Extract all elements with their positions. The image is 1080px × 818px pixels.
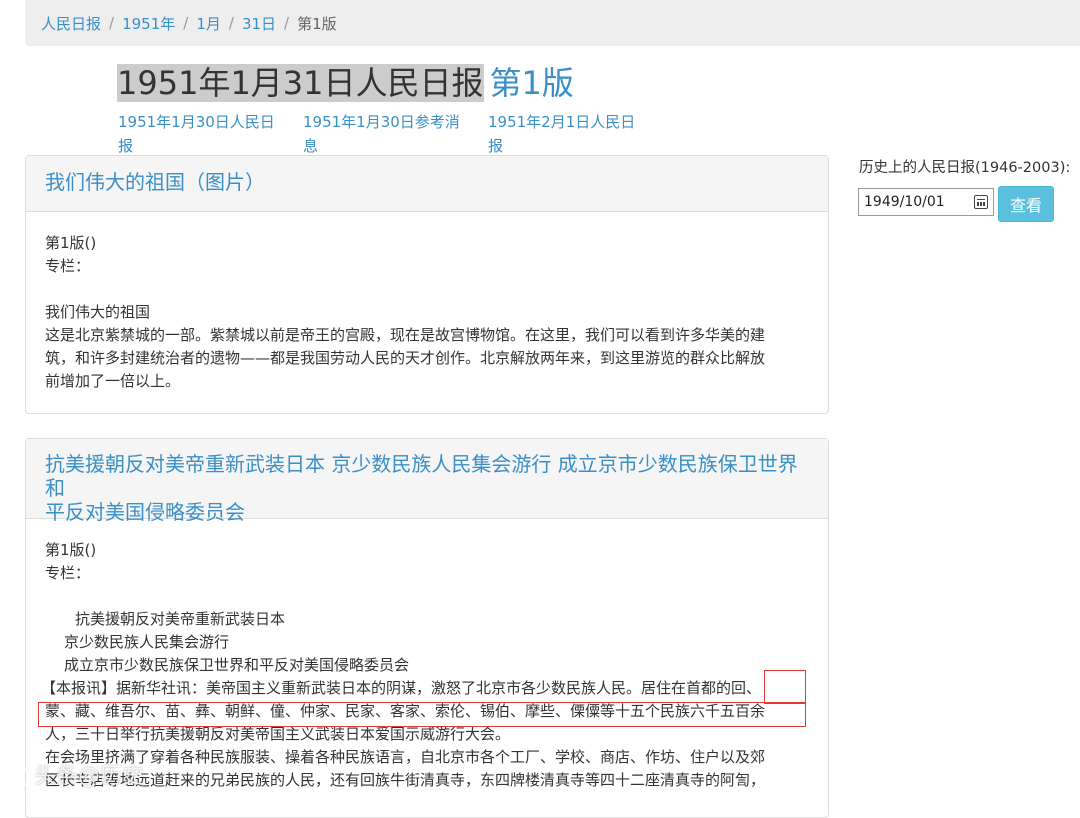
related-link-text: 报 — [488, 137, 504, 155]
article-card: 抗美援朝反对美帝重新武装日本 京少数民族人民集会游行 成立京市少数民族保卫世界和… — [25, 438, 829, 818]
date-input[interactable]: 1949/10/01 — [858, 188, 994, 216]
related-link-text: 1951年1月30日参考消 — [303, 113, 460, 131]
highlight-box — [38, 702, 806, 727]
breadcrumb-link-day[interactable]: 31日 — [242, 13, 276, 34]
breadcrumb-separator: / — [183, 14, 189, 32]
breadcrumb-separator: / — [109, 14, 115, 32]
article-title-line: 平反对美国侵略委员会 — [45, 500, 245, 524]
article-text-line: 【本报讯】据新华社讯：美帝国主义重新武装日本的阴谋，激怒了北京市各少数民族人民。… — [41, 679, 762, 697]
page-title-date: 1951年1月31日人民日报 — [117, 64, 484, 102]
article-meta-page: 第1版() — [45, 541, 97, 559]
article-meta-column: 专栏： — [45, 564, 91, 582]
related-link-text: 报 — [118, 137, 134, 155]
related-link-next-day[interactable]: 1951年2月1日人民日 报 — [488, 110, 635, 158]
breadcrumb-current-page: 第1版 — [297, 14, 337, 33]
related-link-reference-news[interactable]: 1951年1月30日参考消 息 — [303, 110, 460, 158]
highlight-box — [764, 670, 806, 704]
date-input-value: 1949/10/01 — [864, 194, 945, 210]
breadcrumb-separator: / — [284, 14, 290, 32]
page-title-edition: 第1版 — [489, 64, 574, 102]
article-text-line: 前增加了一倍以上。 — [45, 372, 181, 390]
watermark-text: 头条@历史 — [34, 764, 145, 789]
article-meta-column: 专栏： — [45, 257, 91, 275]
watermark-logo-icon — [8, 766, 30, 788]
article-text-line: 在会场里挤满了穿着各种民族服装、操着各种民族语言，自北京市各个工厂、学校、商店、… — [45, 748, 766, 766]
article-text-line: 我们伟大的祖国 — [45, 303, 151, 321]
article-title-link[interactable]: 我们伟大的祖国（图片） — [45, 170, 265, 194]
page-title: 1951年1月31日人民日报 第1版 — [117, 63, 574, 103]
related-link-text: 息 — [303, 137, 319, 155]
article-header: 我们伟大的祖国（图片） — [26, 156, 828, 212]
history-lookup-label: 历史上的人民日报(1946-2003): — [859, 160, 1071, 176]
article-subhead: 抗美援朝反对美帝重新武装日本 — [75, 610, 286, 628]
breadcrumb-link-month[interactable]: 1月 — [196, 13, 221, 34]
view-button[interactable]: 查看 — [998, 186, 1054, 222]
breadcrumb-link-year[interactable]: 1951年 — [122, 13, 175, 34]
article-title-link[interactable]: 抗美援朝反对美帝重新武装日本 京少数民族人民集会游行 成立京市少数民族保卫世界和… — [45, 452, 798, 524]
related-link-text: 1951年2月1日人民日 — [488, 113, 636, 131]
article-body: 第1版() 专栏： 我们伟大的祖国 这是北京紫禁城的一部。紫禁城以前是帝王的宫殿… — [26, 212, 828, 412]
article-card: 我们伟大的祖国（图片） 第1版() 专栏： 我们伟大的祖国 这是北京紫禁城的一部… — [25, 155, 829, 414]
article-subhead: 成立京市少数民族保卫世界和平反对美国侵略委员会 — [64, 656, 410, 674]
article-text-line: 区长辛店等地远道赶来的兄弟民族的人民，还有回族牛街清真寺，东四牌楼清真寺等四十二… — [45, 771, 766, 789]
article-text-line: 这是北京紫禁城的一部。紫禁城以前是帝王的宫殿，现在是故宫博物馆。在这里，我们可以… — [45, 326, 766, 344]
watermark: 头条@历史 — [8, 758, 144, 790]
breadcrumb: 人民日报 / 1951年 / 1月 / 31日 / 第1版 — [25, 0, 1080, 46]
article-subhead: 京少数民族人民集会游行 — [64, 633, 230, 651]
breadcrumb-link-paper[interactable]: 人民日报 — [41, 13, 101, 34]
calendar-icon[interactable] — [974, 195, 988, 209]
article-text-line: 筑，和许多封建统治者的遗物——都是我国劳动人民的天才创作。北京解放两年来，到这里… — [45, 349, 766, 367]
breadcrumb-separator: / — [228, 14, 234, 32]
related-link-prev-day[interactable]: 1951年1月30日人民日 报 — [118, 110, 275, 158]
article-title-line: 抗美援朝反对美帝重新武装日本 京少数民族人民集会游行 成立京市少数民族保卫世界和 — [45, 452, 798, 500]
article-meta-page: 第1版() — [45, 234, 97, 252]
related-link-text: 1951年1月30日人民日 — [118, 113, 275, 131]
article-body: 第1版() 专栏： 抗美援朝反对美帝重新武装日本 京少数民族人民集会游行 成立京… — [26, 519, 828, 811]
article-header: 抗美援朝反对美帝重新武装日本 京少数民族人民集会游行 成立京市少数民族保卫世界和… — [26, 439, 828, 524]
